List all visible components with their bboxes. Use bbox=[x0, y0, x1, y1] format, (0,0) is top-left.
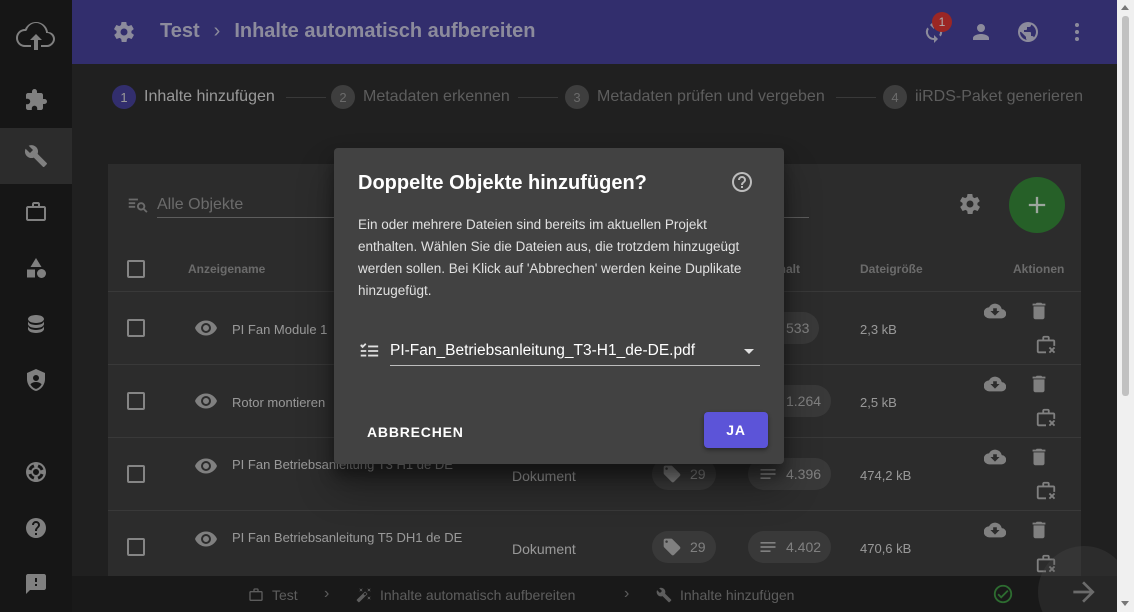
duplicate-files-select[interactable]: PI-Fan_Betriebsanleitung_T3-H1_de-DE.pdf bbox=[390, 338, 760, 366]
dialog-message: Ein oder mehrere Dateien sind bereits im… bbox=[358, 217, 742, 298]
page-scrollbar[interactable] bbox=[1117, 0, 1134, 612]
help-circle-icon[interactable] bbox=[730, 170, 754, 194]
dialog-title: Doppelte Objekte hinzufügen? bbox=[358, 172, 647, 194]
scroll-up-arrow[interactable] bbox=[1121, 5, 1129, 10]
cancel-button[interactable]: ABBRECHEN bbox=[358, 414, 473, 450]
checklist-icon bbox=[360, 343, 379, 357]
duplicate-objects-dialog: Doppelte Objekte hinzufügen? Ein oder me… bbox=[334, 148, 784, 464]
scroll-thumb[interactable] bbox=[1122, 16, 1129, 396]
chevron-down-icon bbox=[744, 349, 754, 354]
confirm-button[interactable]: JA bbox=[704, 412, 768, 448]
selected-file: PI-Fan_Betriebsanleitung_T3-H1_de-DE.pdf bbox=[390, 342, 696, 359]
scroll-down-arrow[interactable] bbox=[1121, 601, 1129, 606]
